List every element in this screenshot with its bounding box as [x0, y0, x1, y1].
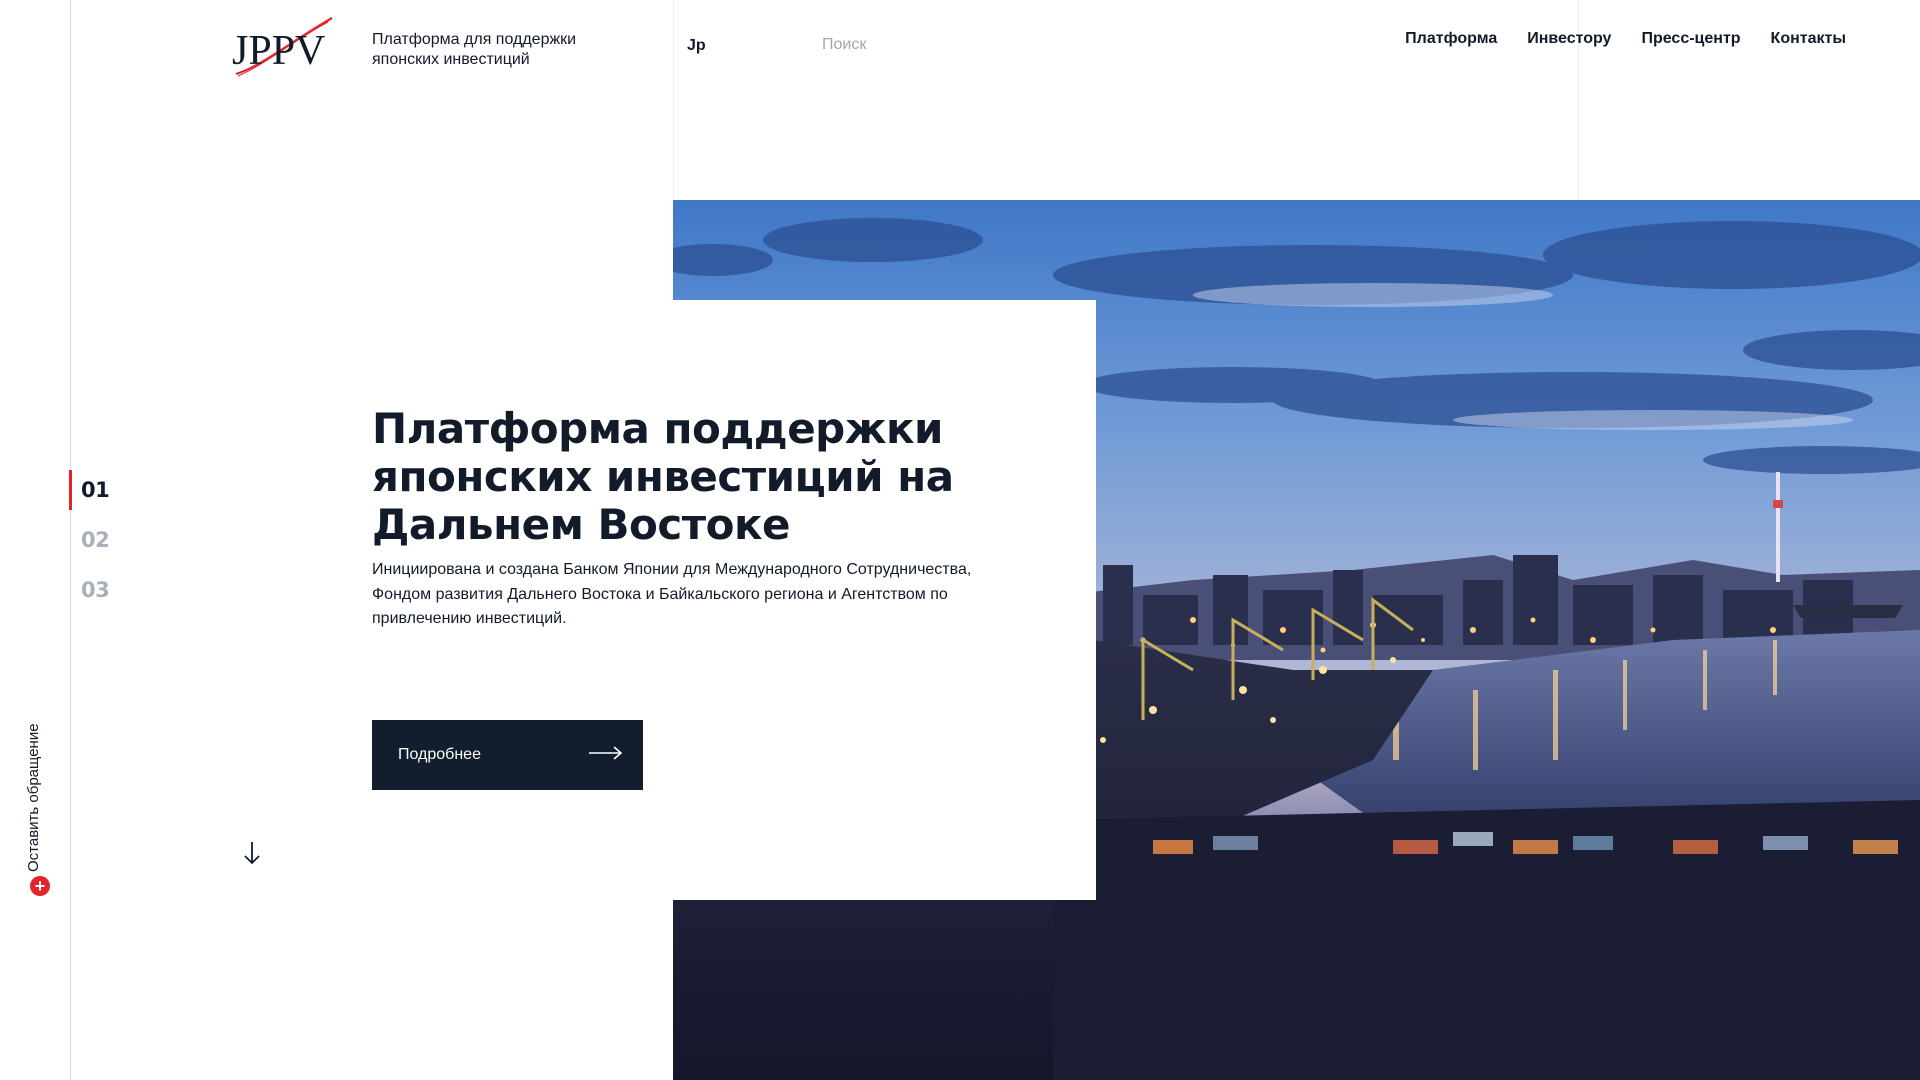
arrow-down-icon[interactable] — [242, 840, 262, 866]
more-details-button[interactable]: Подробнее — [372, 720, 643, 790]
arrow-right-icon — [589, 745, 623, 765]
logo[interactable]: JPPV — [232, 16, 336, 78]
slide-pagination: 01 02 03 — [81, 478, 110, 628]
left-rail-divider — [70, 0, 71, 1080]
nav-item-investor[interactable]: Инвестору — [1527, 30, 1611, 48]
more-details-label: Подробнее — [398, 746, 481, 763]
leave-appeal-label: Оставить обращение — [25, 723, 42, 872]
hero-title: Платформа поддержки японских инвестиций … — [372, 404, 954, 549]
nav-item-platform[interactable]: Платформа — [1405, 30, 1497, 48]
language-switch[interactable]: Jp — [687, 37, 706, 55]
search-input[interactable] — [822, 30, 1022, 60]
hero-description: Инициирована и создана Банком Японии для… — [372, 561, 972, 627]
slide-number-3[interactable]: 03 — [81, 578, 110, 628]
nav-item-contacts[interactable]: Контакты — [1771, 30, 1846, 48]
plus-icon: + — [30, 876, 50, 896]
logo-text: JPPV — [232, 28, 325, 74]
slide-number-1[interactable]: 01 — [81, 478, 110, 528]
slide-active-indicator — [69, 470, 72, 510]
header-tagline: Платформа для поддержки японских инвести… — [372, 31, 577, 68]
leave-appeal-button[interactable]: Оставить обращение + — [25, 700, 52, 900]
header-divider — [673, 0, 674, 200]
nav-item-press-center[interactable]: Пресс-центр — [1641, 30, 1740, 48]
main-nav: Платформа Инвестору Пресс-центр Контакты — [1405, 30, 1846, 48]
slide-number-2[interactable]: 02 — [81, 528, 110, 578]
